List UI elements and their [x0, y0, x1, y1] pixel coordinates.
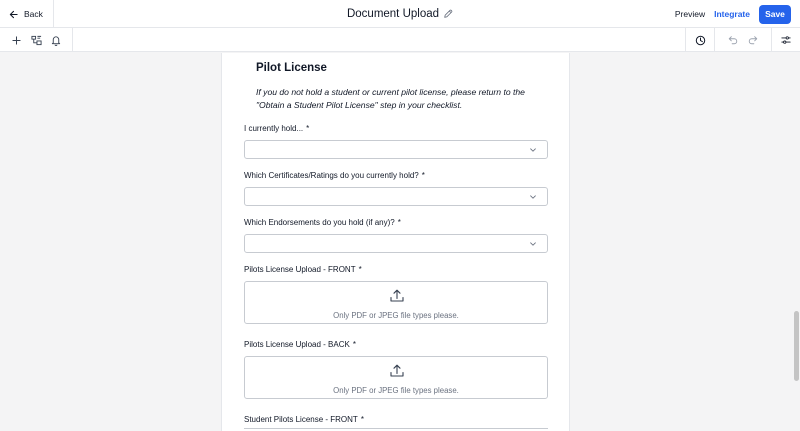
settings-sliders-icon[interactable] [780, 34, 792, 46]
field-label: Pilots License Upload - BACK * [244, 340, 356, 349]
license-front-upload[interactable]: Only PDF or JPEG file types please. [244, 281, 548, 324]
field-group-icon[interactable] [30, 34, 42, 46]
top-bar: Back Document Upload Preview Integrate S… [0, 0, 800, 28]
upload-hint: Only PDF or JPEG file types please. [333, 386, 459, 395]
back-label: Back [24, 9, 43, 19]
bell-icon[interactable] [50, 34, 62, 46]
field-label: Which Endorsements do you hold (if any)?… [244, 218, 401, 227]
field-label: Which Certificates/Ratings do you curren… [244, 171, 425, 180]
save-button[interactable]: Save [759, 4, 791, 24]
toolbar-right-group [685, 28, 800, 52]
required-marker: * [421, 171, 425, 180]
license-back-upload[interactable]: Only PDF or JPEG file types please. [244, 356, 548, 399]
required-marker: * [397, 218, 401, 227]
preview-button[interactable]: Preview [675, 9, 705, 19]
required-marker: * [358, 265, 362, 274]
field-label-text: Pilots License Upload - BACK [244, 340, 350, 349]
undo-redo-group [714, 28, 771, 52]
pencil-icon[interactable] [443, 9, 453, 19]
plus-icon[interactable] [10, 34, 22, 46]
upload-icon [390, 364, 404, 377]
field-label: I currently hold... * [244, 124, 309, 133]
section-instruction: If you do not hold a student or current … [256, 87, 525, 110]
editor-canvas: Pilot License If you do not hold a stude… [0, 53, 800, 431]
field-label-text: Pilots License Upload - FRONT [244, 265, 356, 274]
required-marker: * [360, 415, 364, 424]
arrow-left-icon [9, 10, 18, 18]
field-label: Student Pilots License - FRONT * [244, 415, 364, 424]
field-label: Pilots License Upload - FRONT * [244, 265, 362, 274]
history-group [685, 28, 714, 52]
integrate-button[interactable]: Integrate [714, 9, 750, 19]
header-actions: Preview Integrate Save [675, 4, 791, 24]
certificates-ratings-select[interactable] [244, 187, 548, 206]
upload-icon [390, 289, 404, 302]
field-label-text: Which Certificates/Ratings do you curren… [244, 171, 419, 180]
required-marker: * [306, 124, 310, 133]
field-label-text: I currently hold... [244, 124, 304, 133]
page-title[interactable]: Document Upload [347, 8, 439, 20]
editor-toolbar [0, 28, 800, 52]
vertical-scrollbar[interactable] [794, 311, 799, 381]
field-label-text: Which Endorsements do you hold (if any)? [244, 218, 395, 227]
history-icon[interactable] [694, 34, 706, 46]
chevron-down-icon [530, 195, 536, 199]
settings-group [771, 28, 800, 52]
section-title: Pilot License [256, 62, 327, 74]
undo-icon[interactable] [727, 34, 739, 46]
endorsements-select[interactable] [244, 234, 548, 253]
required-marker: * [352, 340, 356, 349]
chevron-down-icon [530, 148, 536, 152]
redo-icon[interactable] [747, 34, 759, 46]
back-button[interactable]: Back [0, 0, 54, 28]
toolbar-left-group [0, 28, 73, 52]
chevron-down-icon [530, 242, 536, 246]
upload-hint: Only PDF or JPEG file types please. [333, 311, 459, 320]
current-license-select[interactable] [244, 140, 548, 159]
field-label-text: Student Pilots License - FRONT [244, 415, 358, 424]
form-card: Pilot License If you do not hold a stude… [221, 53, 570, 431]
